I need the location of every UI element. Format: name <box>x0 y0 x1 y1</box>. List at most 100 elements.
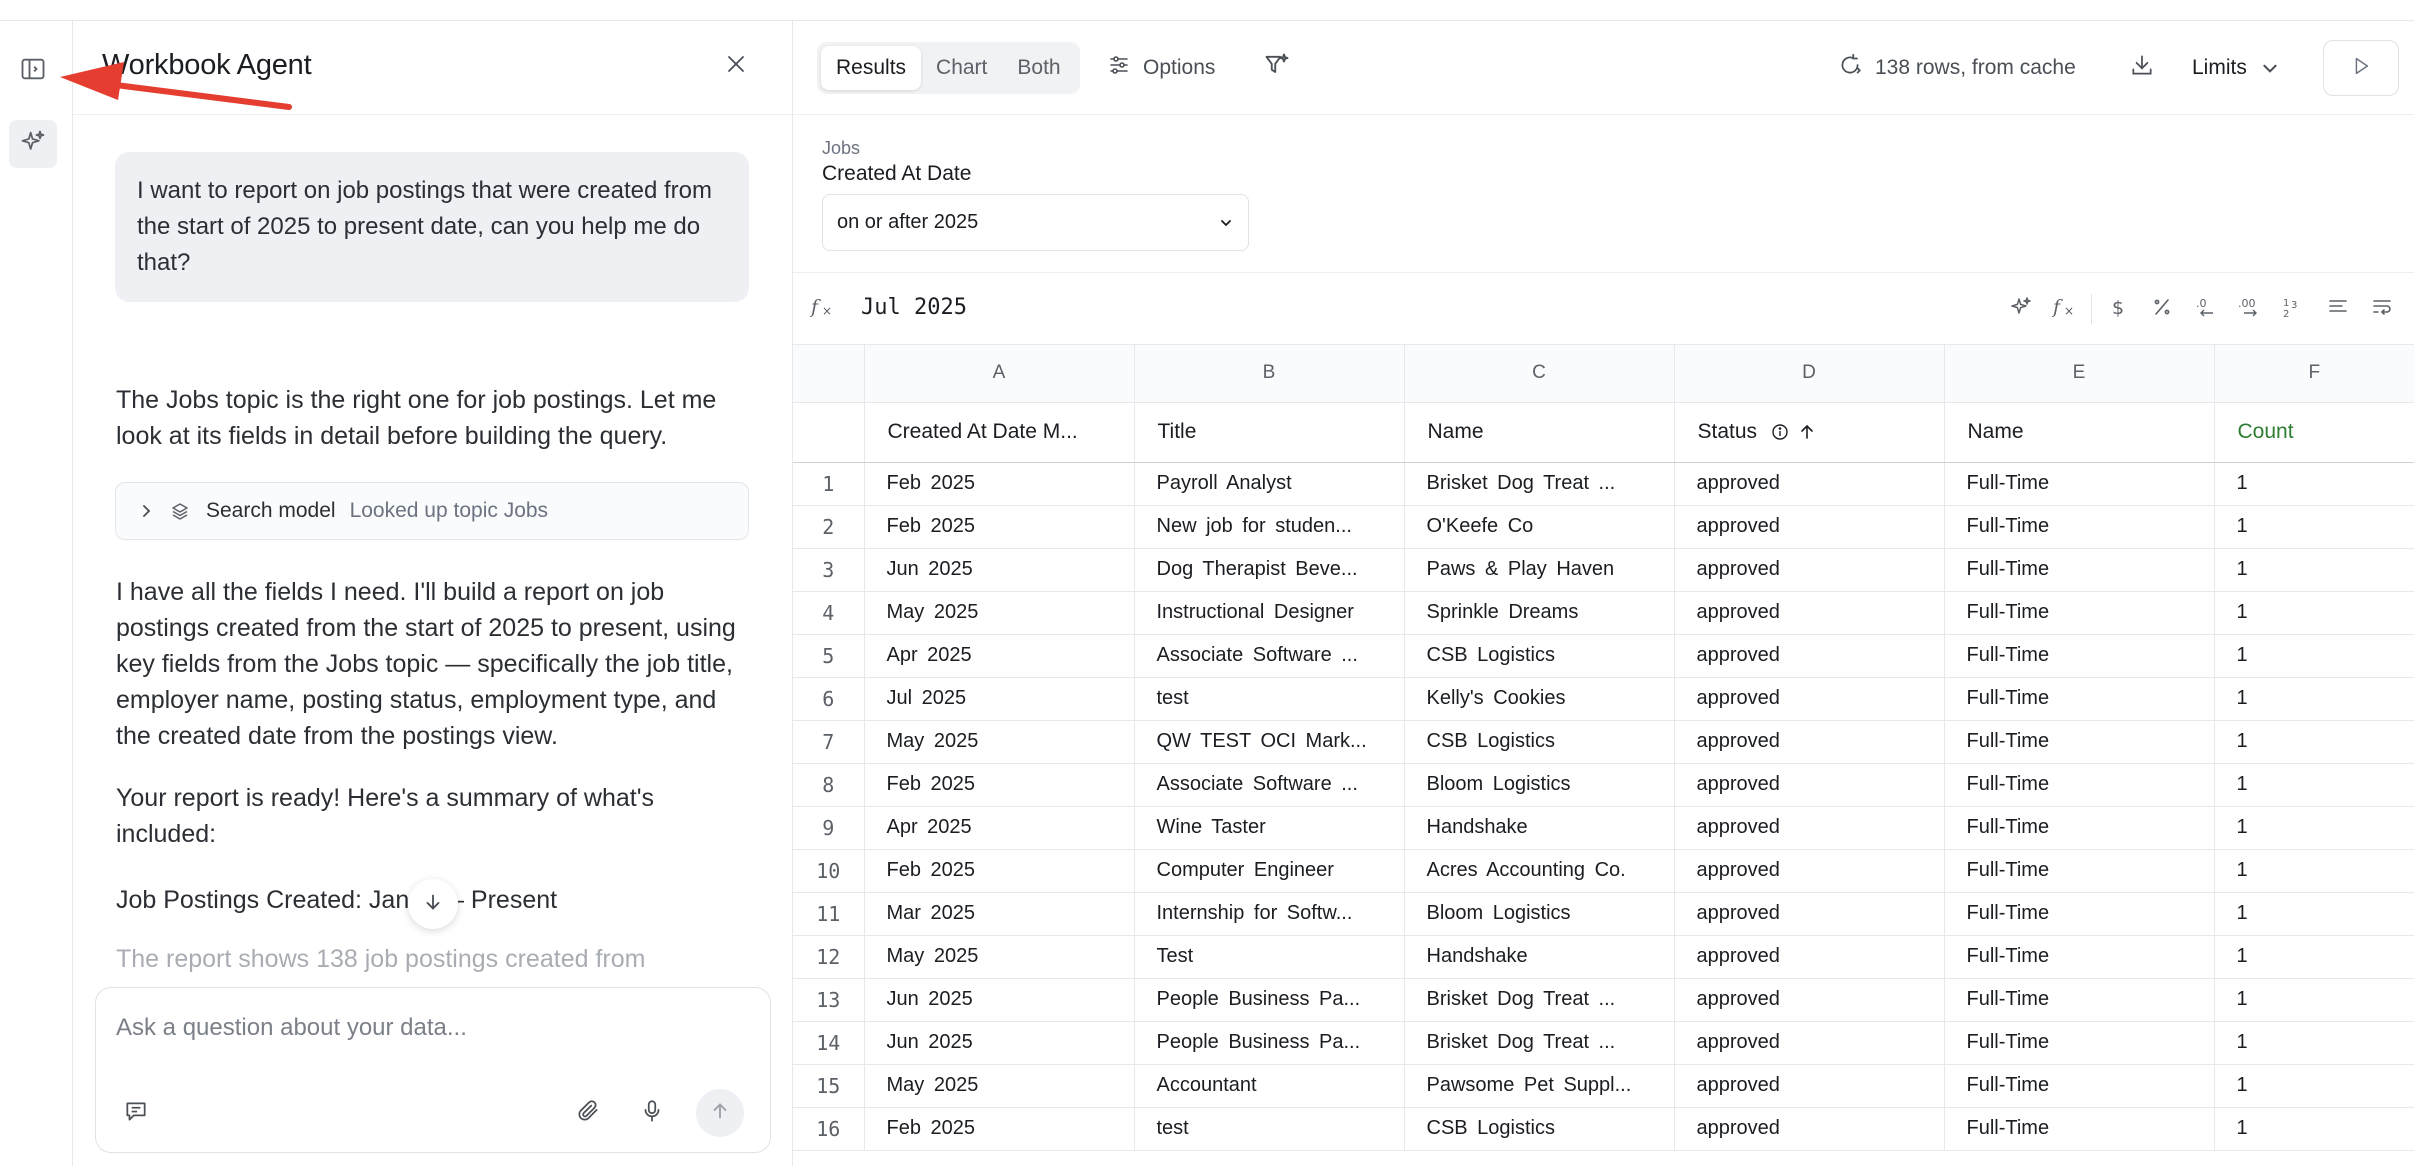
row-number[interactable]: 12 <box>793 935 865 979</box>
row-number[interactable]: 6 <box>793 677 865 721</box>
cell-employer-name[interactable]: Kelly's Cookies <box>1404 677 1675 721</box>
cell-employer-name[interactable]: Acres Accounting Co. <box>1404 849 1675 893</box>
row-number[interactable]: 14 <box>793 1021 865 1065</box>
close-agent-button[interactable] <box>719 49 753 83</box>
cell-employer-name[interactable]: CSB Logistics <box>1404 720 1675 764</box>
increase-decimals-button[interactable]: .00 <box>2228 291 2272 327</box>
table-row[interactable]: 9 Apr 2025 Wine Taster Handshake approved Ful… <box>793 806 2414 850</box>
cell-title[interactable]: Associate Software ... <box>1134 763 1405 807</box>
cell-created-at-date[interactable]: May 2025 <box>864 1064 1135 1108</box>
column-header-count[interactable]: Count <box>2214 402 2414 463</box>
cell-employer-name[interactable]: Brisket Dog Treat ... <box>1404 978 1675 1022</box>
cell-count[interactable]: 1 <box>2214 806 2414 850</box>
cell-employer-name[interactable]: Bloom Logistics <box>1404 892 1675 936</box>
percent-format-button[interactable] <box>2140 291 2184 327</box>
download-button[interactable] <box>2129 42 2167 94</box>
column-header-employer-name[interactable]: Name <box>1404 402 1675 463</box>
row-number[interactable]: 3 <box>793 548 865 592</box>
cell-created-at-date[interactable]: Feb 2025 <box>864 462 1135 506</box>
row-number[interactable]: 16 <box>793 1107 865 1151</box>
send-button[interactable] <box>696 1089 744 1137</box>
cell-status[interactable]: approved <box>1674 763 1945 807</box>
cell-employer-name[interactable]: Handshake <box>1404 806 1675 850</box>
cell-employer-name[interactable]: Brisket Dog Treat ... <box>1404 462 1675 506</box>
cell-created-at-date[interactable]: May 2025 <box>864 720 1135 764</box>
row-number[interactable]: 11 <box>793 892 865 936</box>
row-number[interactable]: 5 <box>793 634 865 678</box>
toggle-sidebar-button[interactable] <box>9 47 57 95</box>
column-header-title[interactable]: Title <box>1134 402 1405 463</box>
cell-employment-type[interactable]: Full-Time <box>1944 462 2215 506</box>
cell-title[interactable]: New job for studen... <box>1134 505 1405 549</box>
cell-employment-type[interactable]: Full-Time <box>1944 720 2215 764</box>
table-row[interactable]: 7 May 2025 QW TEST OCI Mark... CSB Logistic… <box>793 720 2414 764</box>
cell-employer-name[interactable]: Sprinkle Dreams <box>1404 591 1675 635</box>
cell-employment-type[interactable]: Full-Time <box>1944 763 2215 807</box>
cell-count[interactable]: 1 <box>2214 978 2414 1022</box>
column-header-status[interactable]: Status <box>1674 402 1945 463</box>
cell-status[interactable]: approved <box>1674 548 1945 592</box>
row-number[interactable]: 1 <box>793 462 865 506</box>
number-format-button[interactable]: 132 <box>2272 291 2316 327</box>
formula-value[interactable]: Jul 2025 <box>861 295 967 320</box>
cell-title[interactable]: Dog Therapist Beve... <box>1134 548 1405 592</box>
tab-chart[interactable]: Chart <box>921 46 1002 90</box>
ai-formula-button[interactable] <box>1999 291 2043 327</box>
corner-cell[interactable] <box>793 345 865 403</box>
cell-title[interactable]: Associate Software ... <box>1134 634 1405 678</box>
run-query-button[interactable] <box>2323 40 2399 96</box>
row-number[interactable]: 2 <box>793 505 865 549</box>
cell-status[interactable]: approved <box>1674 1107 1945 1151</box>
cell-employment-type[interactable]: Full-Time <box>1944 806 2215 850</box>
sort-ascending-icon[interactable] <box>1799 423 1815 441</box>
cell-status[interactable]: approved <box>1674 806 1945 850</box>
cell-employer-name[interactable]: O'Keefe Co <box>1404 505 1675 549</box>
cell-status[interactable]: approved <box>1674 892 1945 936</box>
cell-employment-type[interactable]: Full-Time <box>1944 892 2215 936</box>
voice-input-button[interactable] <box>632 1093 672 1133</box>
prompt-library-button[interactable] <box>116 1093 156 1133</box>
cell-status[interactable]: approved <box>1674 720 1945 764</box>
currency-format-button[interactable]: $ <box>2096 291 2140 327</box>
options-button[interactable]: Options <box>1107 42 1215 94</box>
table-row[interactable]: 15 May 2025 Accountant Pawsome Pet Suppl...… <box>793 1064 2414 1108</box>
table-row[interactable]: 2 Feb 2025 New job for studen... O'Keefe Co… <box>793 505 2414 549</box>
table-row[interactable]: 11 Mar 2025 Internship for Softw... Bloom L… <box>793 892 2414 936</box>
column-letter[interactable]: A <box>864 345 1135 403</box>
cell-created-at-date[interactable]: Feb 2025 <box>864 849 1135 893</box>
table-row[interactable]: 4 May 2025 Instructional Designer Sprinkle … <box>793 591 2414 635</box>
table-row[interactable]: 12 May 2025 Test Handshake approved Full-Time… <box>793 935 2414 979</box>
attach-button[interactable] <box>568 1093 608 1133</box>
column-letter[interactable]: C <box>1404 345 1675 403</box>
cell-created-at-date[interactable]: Jun 2025 <box>864 548 1135 592</box>
cell-employment-type[interactable]: Full-Time <box>1944 677 2215 721</box>
cell-employer-name[interactable]: Bloom Logistics <box>1404 763 1675 807</box>
align-button[interactable] <box>2316 291 2360 327</box>
cell-count[interactable]: 1 <box>2214 763 2414 807</box>
row-number[interactable]: 4 <box>793 591 865 635</box>
cell-created-at-date[interactable]: Jul 2025 <box>864 677 1135 721</box>
cell-employment-type[interactable]: Full-Time <box>1944 935 2215 979</box>
cell-employment-type[interactable]: Full-Time <box>1944 634 2215 678</box>
decrease-decimals-button[interactable]: .0 <box>2184 291 2228 327</box>
cell-employment-type[interactable]: Full-Time <box>1944 1021 2215 1065</box>
cell-title[interactable]: test <box>1134 1107 1405 1151</box>
cell-count[interactable]: 1 <box>2214 1021 2414 1065</box>
cell-title[interactable]: QW TEST OCI Mark... <box>1134 720 1405 764</box>
cell-status[interactable]: approved <box>1674 978 1945 1022</box>
cell-status[interactable]: approved <box>1674 634 1945 678</box>
insert-function-button[interactable]: f × <box>2043 291 2087 327</box>
cell-created-at-date[interactable]: May 2025 <box>864 591 1135 635</box>
cell-count[interactable]: 1 <box>2214 548 2414 592</box>
cell-created-at-date[interactable]: Apr 2025 <box>864 634 1135 678</box>
cell-created-at-date[interactable]: May 2025 <box>864 935 1135 979</box>
cell-title[interactable]: Internship for Softw... <box>1134 892 1405 936</box>
table-row[interactable]: 10 Feb 2025 Computer Engineer Acres Account… <box>793 849 2414 893</box>
cell-status[interactable]: approved <box>1674 849 1945 893</box>
cell-created-at-date[interactable]: Jun 2025 <box>864 1021 1135 1065</box>
tab-both[interactable]: Both <box>1002 46 1075 90</box>
cell-title[interactable]: Instructional Designer <box>1134 591 1405 635</box>
cell-employment-type[interactable]: Full-Time <box>1944 978 2215 1022</box>
cell-created-at-date[interactable]: Feb 2025 <box>864 505 1135 549</box>
cell-count[interactable]: 1 <box>2214 634 2414 678</box>
